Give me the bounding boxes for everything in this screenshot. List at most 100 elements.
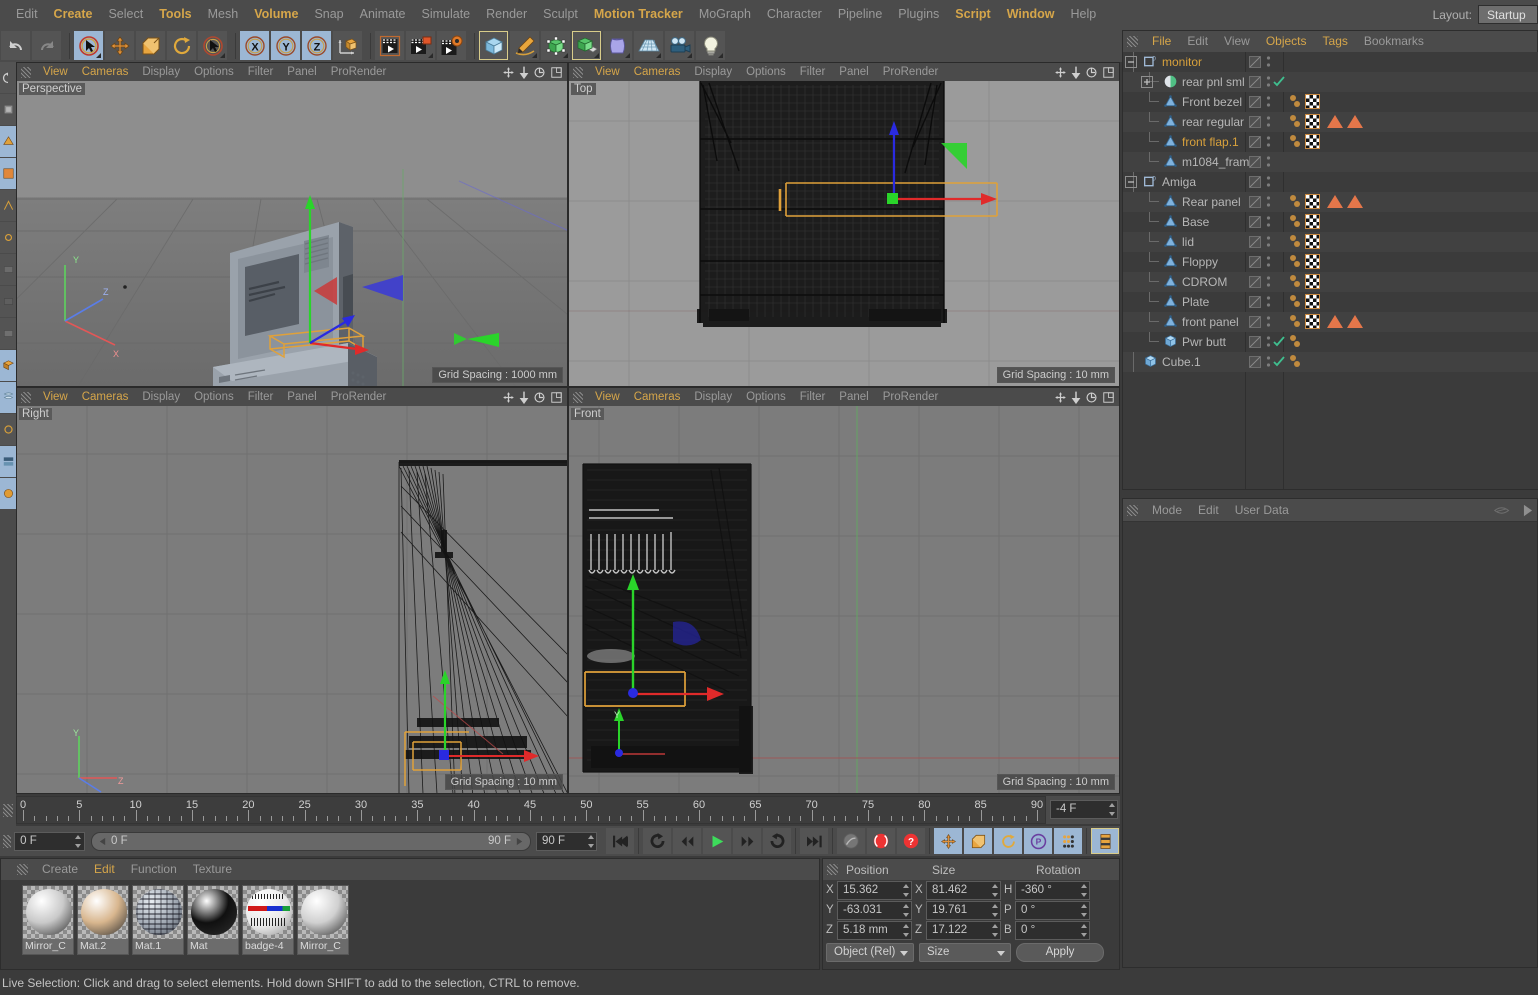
viewport-front-canvas[interactable]: Front [569,406,1119,793]
panel-grip-icon[interactable] [21,67,31,78]
rotation-h-field[interactable]: -360 ° [1015,881,1090,900]
am-menu-user-data[interactable]: User Data [1227,499,1297,521]
visibility-dots[interactable] [1266,115,1271,132]
viewport-right-canvas[interactable]: Right [17,406,567,793]
tag-dots-icon[interactable] [1289,134,1301,153]
vp-menu-filter[interactable]: Filter [793,63,833,81]
floor-scene-icon[interactable] [634,31,663,60]
material-item[interactable]: Mirror_C [22,885,74,955]
rotate-view-icon[interactable] [533,66,546,79]
om-menu-view[interactable]: View [1216,31,1258,52]
menu-item-select[interactable]: Select [100,0,151,29]
panel-grip-icon[interactable] [573,392,583,403]
size-z-field-spinner[interactable] [991,924,998,937]
attribute-arrow-icon[interactable] [1523,504,1533,517]
maximize-viewport-icon[interactable] [550,391,563,404]
spline-pen-icon[interactable] [510,31,539,60]
enabled-check-icon[interactable] [1273,356,1285,371]
visibility-dots[interactable] [1266,215,1271,232]
array-deformer-icon[interactable] [572,31,601,60]
attribute-manager-content[interactable] [1123,521,1537,967]
zoom-dolly-icon[interactable] [1071,391,1081,404]
om-menu-file[interactable]: File [1144,31,1179,52]
mm-menu-function[interactable]: Function [123,859,185,880]
rotate-icon[interactable] [167,31,196,60]
rotation-b-field-spinner[interactable] [1080,924,1087,937]
visibility-toggle[interactable] [1249,136,1261,151]
attribute-eye-icon[interactable] [1494,504,1520,517]
layout-value[interactable]: Startup [1478,5,1538,24]
object-row[interactable]: Base [1123,212,1538,232]
selection-tag-icon[interactable] [1347,115,1363,128]
vp-menu-prorender[interactable]: ProRender [876,388,946,406]
selection-tag-icon[interactable] [1327,115,1343,128]
vp-menu-display[interactable]: Display [687,63,739,81]
timeline-window-button[interactable] [1091,828,1119,854]
position-x-field-spinner[interactable] [902,884,909,897]
visibility-dots[interactable] [1266,195,1271,212]
menu-item-sculpt[interactable]: Sculpt [535,0,586,29]
material-item[interactable]: Mirror_C [297,885,349,955]
record-rotation-button[interactable] [994,828,1022,854]
panel-grip-icon[interactable] [1127,505,1138,516]
menu-item-character[interactable]: Character [759,0,830,29]
expander-toggle[interactable] [1125,56,1137,71]
tag-dots-icon[interactable] [1289,294,1301,313]
object-name[interactable]: Pwr butt [1182,335,1226,349]
object-row[interactable]: rear pnl sml [1123,72,1538,92]
expander-toggle[interactable] [1125,176,1137,191]
material-list[interactable]: Mirror_CMat.2Mat.1Matbadge-4Mirror_C [17,880,819,969]
visibility-toggle[interactable] [1249,116,1261,131]
object-row[interactable]: Rear panel [1123,192,1538,212]
tag-dots-icon[interactable] [1289,94,1301,113]
rotate-view-icon[interactable] [1085,391,1098,404]
record-active-objects-button[interactable] [837,828,865,854]
selection-tag-icon[interactable] [1347,195,1363,208]
object-name[interactable]: monitor [1162,55,1202,69]
world-object-axis-icon[interactable] [333,31,362,60]
live-selection-icon[interactable] [74,31,103,60]
position-z-field[interactable]: 5.18 mm [837,921,912,940]
tag-dots-icon[interactable] [1289,274,1301,293]
object-name[interactable]: Rear panel [1182,195,1241,209]
visibility-toggle[interactable] [1249,96,1261,111]
panel-grip-icon[interactable] [21,392,31,403]
layout-selector[interactable]: Layout: Startup [1433,0,1538,29]
mm-menu-texture[interactable]: Texture [185,859,240,880]
material-tag-icon[interactable] [1305,134,1320,149]
om-menu-bookmarks[interactable]: Bookmarks [1356,31,1432,52]
next-key-button[interactable] [733,828,761,854]
pan-icon[interactable] [1054,391,1067,404]
loop-button[interactable] [763,828,791,854]
object-tree[interactable]: 0monitorrear pnl smlFront bezelrear regu… [1123,52,1538,489]
vp-menu-panel[interactable]: Panel [832,63,875,81]
undo-icon[interactable] [1,31,30,60]
object-name[interactable]: rear regular [1182,115,1244,129]
vp-menu-cameras[interactable]: Cameras [627,63,688,81]
timeline-ruler[interactable]: 051015202530354045505560657075808590 [16,796,1046,824]
size-y-field[interactable]: 19.761 mm [926,901,1001,920]
menu-item-motion-tracker[interactable]: Motion Tracker [586,0,691,29]
texture-axis-icon[interactable] [0,478,16,509]
material-item[interactable]: Mat [187,885,239,955]
object-row[interactable]: m1084_frame [1123,152,1538,172]
position-y-field[interactable]: -63.031 mm [837,901,912,920]
panel-grip-icon[interactable] [827,864,838,875]
frame-offset-spinner[interactable] [1108,803,1115,816]
vp-menu-prorender[interactable]: ProRender [324,388,394,406]
panel-grip-icon[interactable] [17,864,28,875]
previous-key-button[interactable] [673,828,701,854]
menu-item-volume[interactable]: Volume [246,0,306,29]
vp-menu-display[interactable]: Display [135,63,187,81]
axis-z-lock-icon[interactable]: Z [302,31,331,60]
maximize-viewport-icon[interactable] [1102,391,1115,404]
visibility-toggle[interactable] [1249,156,1261,171]
object-row[interactable]: Pwr butt [1123,332,1538,352]
menu-item-plugins[interactable]: Plugins [890,0,947,29]
material-tag-icon[interactable] [1305,94,1320,109]
vp-menu-view[interactable]: View [36,388,75,406]
panel-grip-icon[interactable] [573,67,583,78]
object-name[interactable]: rear pnl sml [1182,75,1245,89]
object-name[interactable]: front panel [1182,315,1239,329]
tag-dots-icon[interactable] [1289,254,1301,273]
